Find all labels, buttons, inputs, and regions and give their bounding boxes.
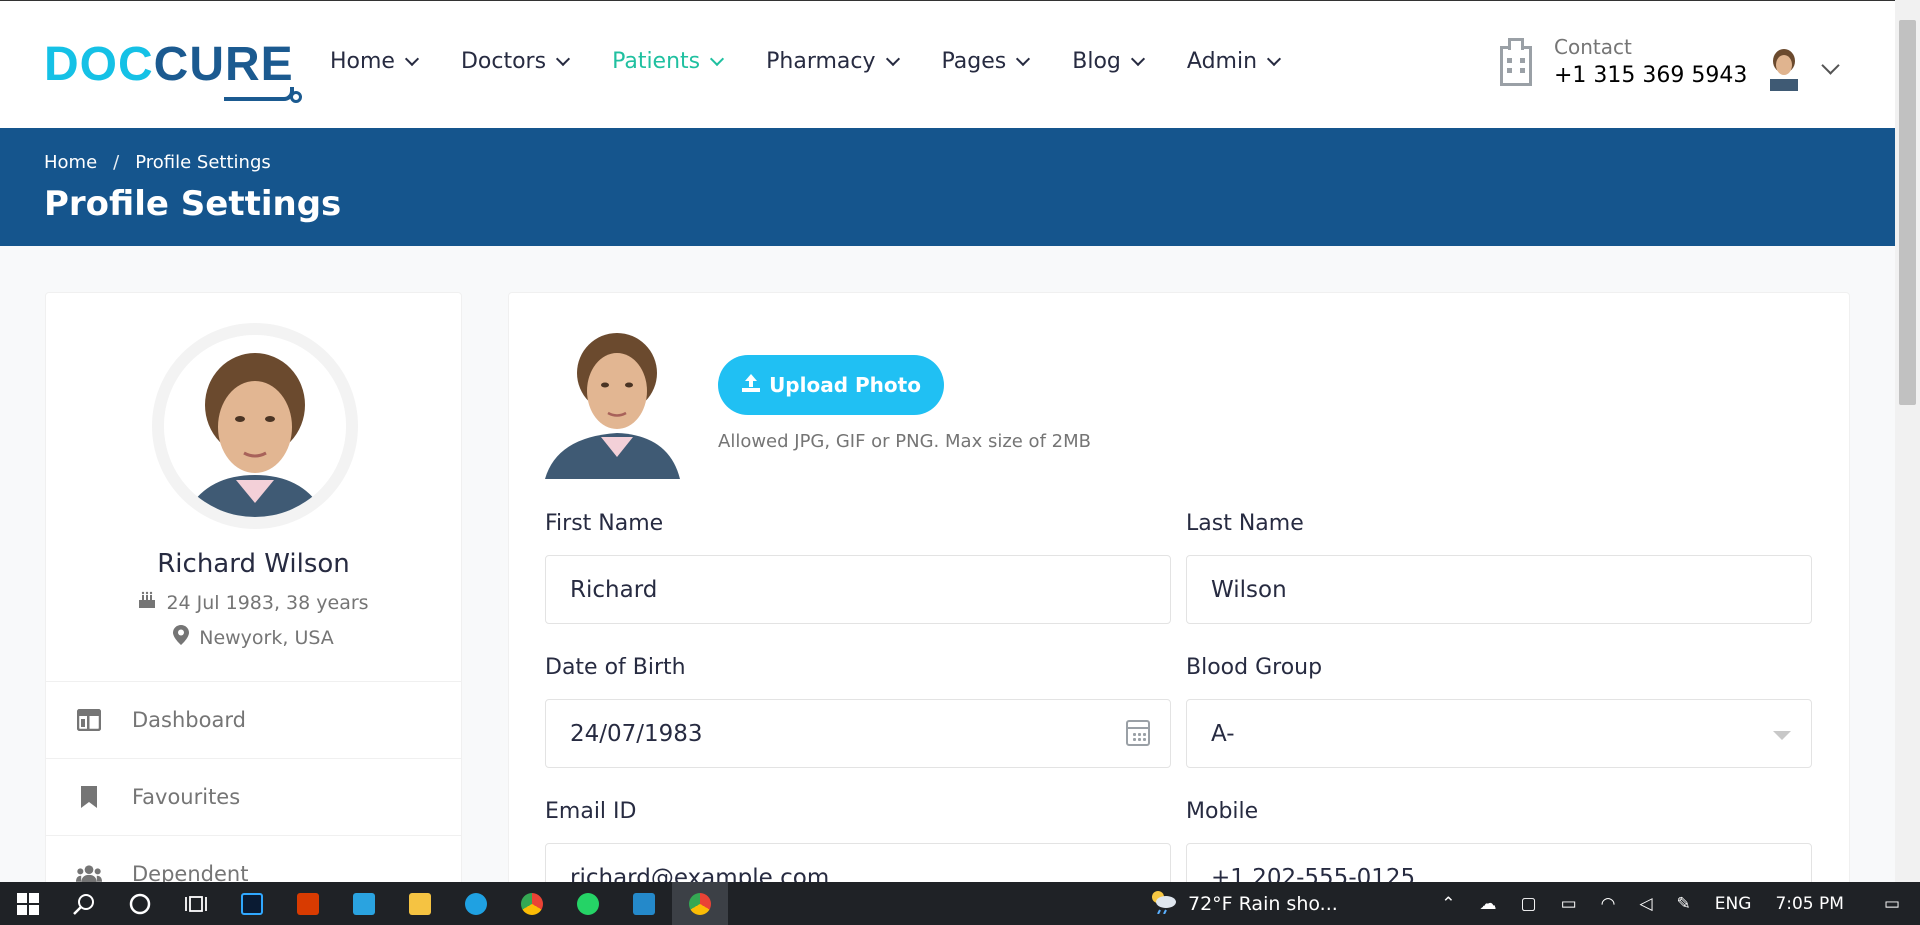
nav-patients[interactable]: Patients [612,49,725,74]
breadcrumb-bar: Home / Profile Settings Profile Settings [0,128,1895,246]
nav-pharmacy[interactable]: Pharmacy [766,49,900,74]
chevron-down-icon [555,51,571,66]
nav-pages[interactable]: Pages [942,49,1031,74]
edge-icon[interactable] [448,882,504,925]
wifi-icon[interactable]: ◠ [1601,894,1616,914]
search-icon[interactable] [56,882,112,925]
profile-dob: 24 Jul 1983, 38 years [46,591,461,614]
chevron-down-icon [710,51,725,66]
chevron-down-icon [1266,51,1282,66]
logo-text-cure: CURE [153,37,294,91]
meet-now-icon[interactable]: ▢ [1521,894,1537,914]
profile-sidebar: Richard Wilson 24 Jul 1983, 38 years New… [45,292,462,925]
pen-icon[interactable]: ✎ [1677,894,1691,914]
logo-text-doc: DOC [44,37,154,91]
breadcrumb: Home / Profile Settings [44,152,271,173]
cortana-icon[interactable] [112,882,168,925]
vscode-icon[interactable] [616,882,672,925]
clock[interactable]: 7:05 PM [1775,894,1844,914]
breadcrumb-current: Profile Settings [135,152,271,173]
chrome-icon[interactable] [504,882,560,925]
page-scrollbar[interactable] [1895,0,1920,882]
volume-icon[interactable]: ◁ [1639,894,1652,914]
stethoscope-dot [289,91,302,103]
language-indicator[interactable]: ENG [1715,894,1752,914]
sidebar-menu: Dashboard Favourites Dependent [46,681,461,912]
upload-icon [741,373,761,398]
nav-blog[interactable]: Blog [1072,49,1145,74]
breadcrumb-separator: / [113,152,120,173]
windows-start-icon[interactable] [0,882,56,925]
calendar-icon[interactable] [1126,720,1150,746]
mobile-label: Mobile [1186,799,1259,824]
whatsapp-icon[interactable] [560,882,616,925]
last-name-input[interactable]: Wilson [1186,555,1812,624]
profile-avatar [152,323,358,529]
breadcrumb-home[interactable]: Home [44,152,97,173]
first-name-input[interactable]: Richard [545,555,1171,624]
chevron-down-icon [1130,51,1145,66]
file-explorer-icon[interactable] [392,882,448,925]
dob-input[interactable]: 24/07/1983 [545,699,1171,768]
upload-hint: Allowed JPG, GIF or PNG. Max size of 2MB [718,431,1091,452]
stethoscope-icon [223,87,294,101]
email-label: Email ID [545,799,637,824]
chrome-active-icon[interactable] [672,882,728,925]
photoshop-icon[interactable] [224,882,280,925]
birthday-cake-icon [138,591,156,614]
dashboard-icon [76,707,102,733]
profile-settings-form: Upload Photo Allowed JPG, GIF or PNG. Ma… [508,292,1850,925]
blood-group-label: Blood Group [1186,655,1323,680]
notification-icon[interactable]: ▭ [1884,894,1900,914]
battery-icon[interactable]: ▭ [1561,894,1577,914]
user-menu-chevron-icon[interactable] [1821,56,1840,75]
first-name-label: First Name [545,511,664,536]
chevron-up-icon[interactable]: ⌃ [1441,894,1455,914]
nav-home[interactable]: Home [330,49,420,74]
system-tray: ⌃ ☁ ▢ ▭ ◠ ◁ ✎ ENG 7:05 PM ▭ [1429,882,1920,925]
profile-name: Richard Wilson [157,549,350,579]
main-nav: Home Doctors Patients Pharmacy Pages Blo… [330,49,1323,74]
scrollbar-thumb[interactable] [1899,20,1916,405]
windows-taskbar: 72°F Rain sho... ⌃ ☁ ▢ ▭ ◠ ◁ ✎ ENG 7:05 … [0,882,1920,925]
app-l-icon[interactable] [336,882,392,925]
bookmark-icon [76,784,102,810]
last-name-label: Last Name [1186,511,1304,536]
chevron-down-icon [885,51,900,66]
sidebar-item-favourites[interactable]: Favourites [46,758,461,835]
sidebar-item-dashboard[interactable]: Dashboard [46,681,461,758]
doccure-logo[interactable]: DOC CURE [44,31,302,103]
nav-doctors[interactable]: Doctors [461,49,571,74]
dob-label: Date of Birth [545,655,686,680]
office-icon[interactable] [280,882,336,925]
weather-icon [1148,888,1178,919]
contact-phone[interactable]: +1 315 369 5943 [1554,63,1747,88]
user-avatar[interactable] [1766,45,1802,91]
caret-down-icon [1773,731,1791,740]
nav-admin[interactable]: Admin [1187,49,1282,74]
blood-group-select[interactable]: A- [1186,699,1812,768]
upload-photo-button[interactable]: Upload Photo [718,355,944,415]
profile-photo-preview [545,329,680,479]
chevron-down-icon [1016,51,1031,66]
hospital-icon [1496,37,1536,86]
page-title: Profile Settings [44,184,342,224]
onedrive-icon[interactable]: ☁ [1480,894,1497,914]
weather-widget[interactable]: 72°F Rain sho... [1148,882,1338,925]
contact-label: Contact [1554,35,1632,59]
profile-location: Newyork, USA [46,625,461,650]
site-header: DOC CURE Home Doctors Patients Pharmacy P… [0,0,1895,128]
task-view-icon[interactable] [168,882,224,925]
chevron-down-icon [404,51,420,66]
map-pin-icon [173,625,190,650]
header-contact: Contact +1 315 369 5943 [1496,35,1747,88]
